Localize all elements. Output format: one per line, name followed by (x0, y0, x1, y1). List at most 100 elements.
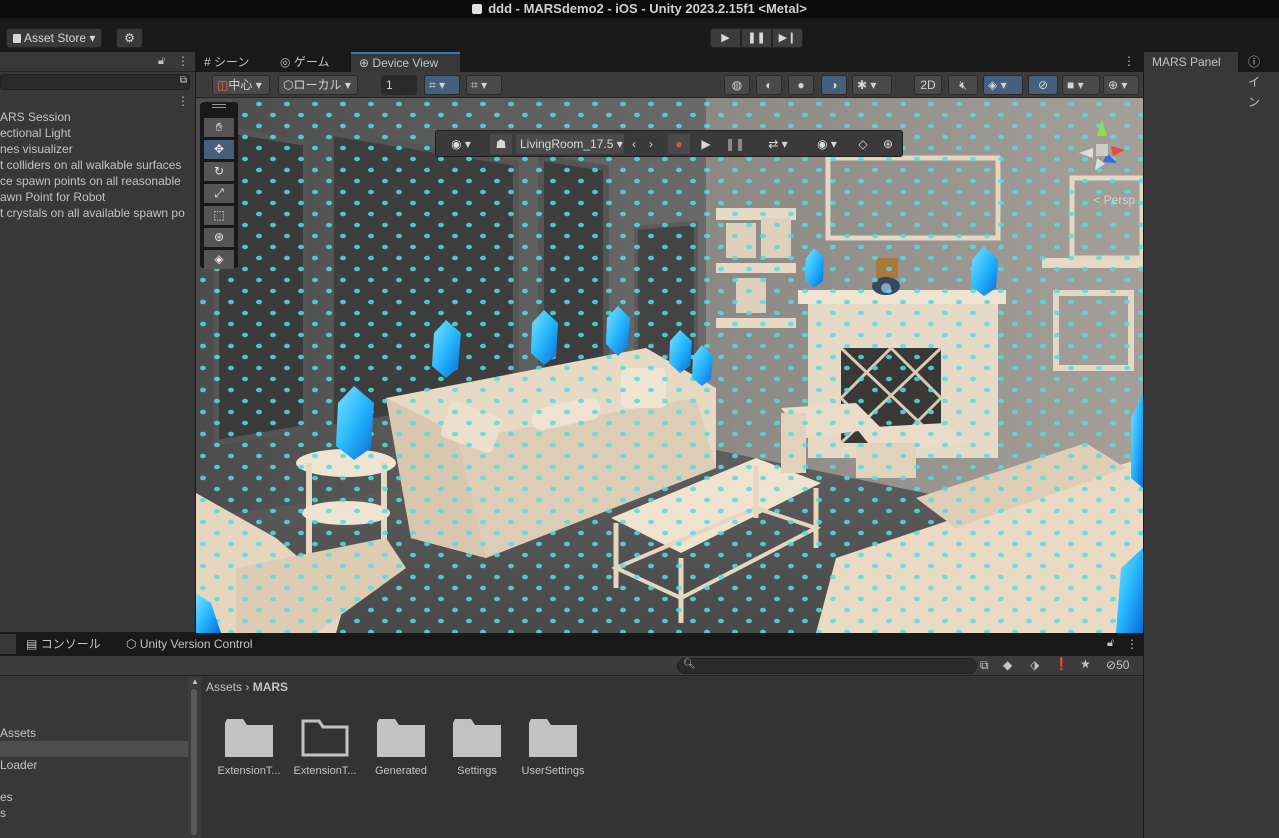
effects-dropdown[interactable]: ◈ ▾ (983, 75, 1023, 95)
wireframe-shading-button[interactable]: ◍ (724, 75, 750, 95)
visibility-toggle-button[interactable]: ⊘ (1028, 75, 1058, 95)
hierarchy-item[interactable]: t colliders on all walkable surfaces (0, 157, 195, 173)
pause-button[interactable]: ❚❚ (741, 28, 772, 48)
tab-game[interactable]: ◎ ゲーム (272, 52, 337, 72)
perspective-label[interactable]: < Persp (1093, 193, 1135, 207)
tab-device-view[interactable]: ⊕ Device View (351, 52, 460, 72)
tab-inspector[interactable]: ⓘ イン (1240, 52, 1279, 109)
shaded-wire-button[interactable]: ◐ (756, 75, 782, 95)
proxy-button[interactable]: ⊕ (877, 134, 899, 154)
more-menu-icon[interactable]: ⋮ (177, 54, 189, 68)
scrollbar-thumb[interactable] (191, 689, 197, 835)
pause-icon: ❚❚ (724, 137, 746, 151)
sim-play-button[interactable]: ▶ (695, 134, 717, 154)
record-button[interactable]: ● (668, 134, 690, 154)
gizmos-dropdown[interactable]: ⊕ ▾ (1103, 75, 1139, 95)
project-search-input[interactable]: 🔍︎ (677, 658, 977, 674)
tab-mars-panel[interactable]: MARS Panel (1144, 52, 1238, 72)
bottom-more-icon[interactable]: ⋮ (1126, 637, 1138, 651)
step-button[interactable]: ▶❙ (772, 28, 803, 48)
asset-label: Generated (375, 765, 427, 777)
play-button[interactable]: ▶ (710, 28, 741, 48)
window-title-bar: ddd - MARSdemo2 - iOS - Unity 2023.2.15f… (0, 0, 1279, 18)
grid-size-input[interactable]: 1 (381, 75, 417, 95)
asset-store-button[interactable]: Asset Store ▾ (6, 28, 103, 48)
hierarchy-item[interactable]: ectional Light (0, 125, 195, 141)
robot-face-icon: ◉ (451, 137, 462, 151)
favorite-star-icon[interactable]: ★ (1080, 657, 1091, 671)
asset-folder[interactable]: ExtensionT... (211, 717, 287, 777)
prev-environment-button[interactable]: ‹ (626, 134, 642, 154)
bottom-lock-icon[interactable]: 🔓︎ (1107, 637, 1114, 650)
view-options-dropdown[interactable]: ◉ ▾ (806, 134, 848, 154)
tree-item[interactable]: s (0, 805, 6, 821)
hand-icon: ✋︎ (215, 120, 223, 134)
tree-item[interactable]: Assets (0, 725, 36, 741)
scene-more-icon[interactable]: ⋮ (1123, 54, 1135, 68)
search-options-icon[interactable]: ⧉ (180, 75, 187, 86)
move-tool-button[interactable]: ✥ (204, 140, 234, 159)
settings-gear-button[interactable]: ⚙ (116, 28, 143, 48)
sync-dropdown[interactable]: ⇄ ▾ (758, 134, 798, 154)
tab-console[interactable]: ▤ コンソール (18, 634, 109, 654)
breadcrumb-item-current[interactable]: MARS (253, 680, 288, 694)
environment-button[interactable]: ☗ (490, 134, 512, 154)
breadcrumb: Assets › MARS (206, 677, 288, 697)
simulation-mode-dropdown[interactable]: ◉ ▾ (442, 134, 480, 154)
tab-unity-version-control[interactable]: ⬡ Unity Version Control (118, 634, 261, 654)
lock-icon[interactable]: 🔓︎ (158, 55, 165, 68)
empty-folder-icon (301, 717, 349, 757)
simulation-overlay-toolbar: ◉ ▾ ☗ LivingRoom_17.5 ▾ ‹ › ● ▶ ❚❚ ⇄ ▾ ◉… (435, 130, 903, 157)
proxy-icon: ⊕ (882, 137, 894, 151)
hidden-packages-toggle[interactable]: ⊘50 (1106, 658, 1129, 672)
custom-tool-button[interactable]: ◈ (204, 250, 234, 269)
rect-tool-button[interactable]: ⬚ (204, 206, 234, 225)
pivot-mode-dropdown[interactable]: ◫中心 ▾ (212, 75, 270, 95)
asset-label: Settings (457, 765, 497, 777)
hierarchy-more-icon[interactable]: ⋮ (177, 94, 189, 108)
scale-tool-button[interactable]: ⤢ (204, 184, 234, 203)
tab-project[interactable] (0, 634, 16, 654)
hierarchy-item[interactable]: awn Point for Robot (0, 189, 195, 205)
asset-folder[interactable]: ExtensionT... (287, 717, 363, 777)
unlit-button[interactable]: ● (788, 75, 814, 95)
palette-handle-icon[interactable] (212, 104, 226, 108)
filter-by-type-icon[interactable]: ◆ (1003, 658, 1012, 672)
asset-folder[interactable]: Settings (439, 717, 515, 777)
scene-viewport[interactable]: ✋︎ ✥ ↻ ⤢ ⬚ ⊛ ◈ ◉ ▾ ☗ LivingRoom_17.5 ▾ ‹… (196, 98, 1143, 633)
tree-item[interactable]: Loader (0, 757, 37, 773)
breadcrumb-item[interactable]: Assets (206, 680, 242, 694)
hierarchy-item[interactable]: ce spawn points on all reasonable (0, 173, 195, 189)
grid-snap-dropdown[interactable]: ⌗ ▾ (424, 75, 460, 95)
rotate-tool-button[interactable]: ↻ (204, 162, 234, 181)
tree-item[interactable]: es (0, 789, 13, 805)
next-environment-button[interactable]: › (643, 134, 659, 154)
increment-snap-dropdown[interactable]: ⌗ ▾ (466, 75, 502, 95)
hierarchy-item[interactable]: t crystals on all available spawn po (0, 205, 195, 221)
hand-tool-button[interactable]: ✋︎ (204, 118, 234, 137)
tree-item-selected[interactable] (0, 741, 188, 757)
tab-scene[interactable]: # シーン (196, 52, 257, 72)
tree-scrollbar[interactable]: ▲ (188, 677, 201, 838)
compare-button[interactable]: ◇ (852, 134, 874, 154)
camera-dropdown[interactable]: ■ ▾ (1062, 75, 1100, 95)
filter-by-label-icon[interactable]: ⬗ (1030, 658, 1039, 672)
record-icon: ● (675, 137, 683, 151)
hierarchy-item[interactable]: nes visualizer (0, 141, 195, 157)
transform-tool-button[interactable]: ⊛ (204, 228, 234, 247)
hierarchy-search-input[interactable]: ⧉ (0, 74, 190, 90)
warning-filter-icon[interactable]: ❗ (1054, 657, 1069, 671)
hierarchy-item[interactable]: ARS Session (0, 109, 195, 125)
debug-draw-dropdown[interactable]: ✱ ▾ (852, 75, 892, 95)
space-mode-dropdown[interactable]: ⬡ローカル ▾ (278, 75, 358, 95)
environment-dropdown[interactable]: LivingRoom_17.5 ▾ (516, 134, 624, 154)
sim-pause-button[interactable]: ❚❚ (724, 134, 746, 154)
folder-icon (225, 717, 273, 757)
asset-folder[interactable]: Generated (363, 717, 439, 777)
2d-toggle-button[interactable]: 2D (914, 75, 942, 95)
asset-folder[interactable]: UserSettings (515, 717, 591, 777)
folder-icon (377, 717, 425, 757)
shaded-button[interactable]: ◑ (821, 75, 847, 95)
audio-toggle-button[interactable]: 🔇︎ (948, 75, 978, 95)
search-by-type-icon[interactable]: ⧉ (980, 658, 989, 673)
